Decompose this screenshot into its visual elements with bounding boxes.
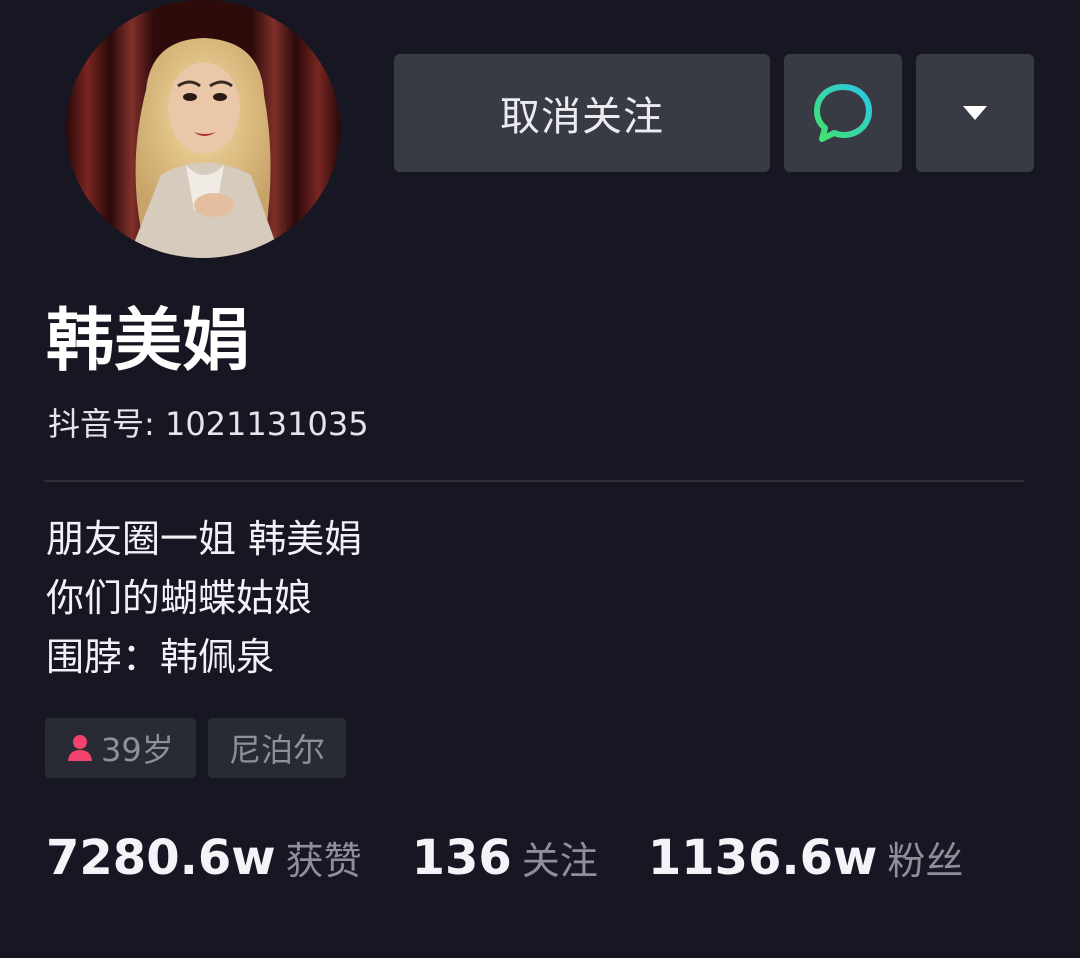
following-stat[interactable]: 136 关注 bbox=[412, 830, 598, 886]
divider bbox=[44, 480, 1024, 482]
following-count: 136 bbox=[411, 830, 512, 886]
followers-count: 1136.6w bbox=[647, 830, 878, 886]
stats-bar: 7280.6w 获赞 136 关注 1136.6w 粉丝 bbox=[46, 830, 1013, 894]
region-label: 尼泊尔 bbox=[228, 731, 325, 769]
likes-label: 获赞 bbox=[285, 839, 362, 883]
followers-stat[interactable]: 1136.6w 粉丝 bbox=[648, 830, 964, 886]
more-dropdown-button[interactable] bbox=[916, 54, 1034, 172]
chat-bubble-icon bbox=[814, 84, 872, 142]
age-label: 39岁 bbox=[101, 731, 174, 769]
nickname: 韩美娟 bbox=[46, 302, 251, 381]
likes-count: 7280.6w bbox=[46, 830, 276, 886]
age-tag: 39岁 bbox=[45, 718, 196, 778]
bio-line: 你们的蝴蝶姑娘 bbox=[46, 576, 313, 620]
message-button[interactable] bbox=[784, 54, 902, 172]
avatar[interactable] bbox=[66, 0, 340, 258]
followers-label: 粉丝 bbox=[887, 839, 964, 883]
triangle-down-icon bbox=[963, 106, 987, 120]
person-icon bbox=[68, 735, 92, 761]
unfollow-button[interactable]: 取消关注 bbox=[394, 54, 770, 172]
following-label: 关注 bbox=[521, 839, 598, 883]
bio-line: 围脖：韩佩泉 bbox=[46, 635, 275, 679]
bio: 朋友圈一姐 韩美娟 你们的蝴蝶姑娘 围脖：韩佩泉 bbox=[46, 510, 362, 687]
bio-line: 朋友圈一姐 韩美娟 bbox=[46, 517, 363, 561]
unfollow-label: 取消关注 bbox=[500, 94, 664, 140]
douyin-id[interactable]: 抖音号: 1021131035 bbox=[48, 402, 369, 446]
likes-stat: 7280.6w 获赞 bbox=[46, 830, 362, 886]
region-tag: 尼泊尔 bbox=[208, 718, 346, 778]
avatar-photo bbox=[66, 0, 340, 258]
